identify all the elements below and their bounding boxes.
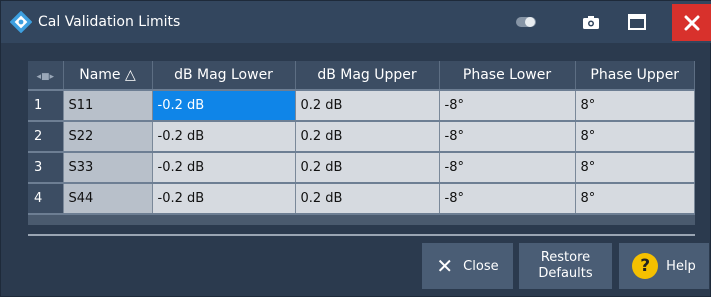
name-cell: S44 (63, 183, 153, 215)
phase-lower-cell[interactable]: -8° (439, 183, 576, 215)
column-header-name[interactable]: Name △ (63, 61, 153, 91)
close-icon: ✕ (436, 254, 454, 278)
phase-lower-cell[interactable]: -8° (439, 152, 576, 184)
help-button[interactable]: ? Help (619, 243, 709, 289)
table-row[interactable]: 3 S33 -0.2 dB 0.2 dB -8° 8° (28, 152, 695, 184)
table-corner-button[interactable]: ◂■▸ (28, 61, 64, 91)
phase-upper-cell[interactable]: 8° (575, 183, 695, 215)
phase-upper-cell[interactable]: 8° (575, 90, 695, 122)
camera-icon (583, 15, 599, 29)
table-header-row: ◂■▸ Name △ dB Mag Lower dB Mag Upper Pha… (28, 61, 695, 91)
column-select-icon: ◂■▸ (36, 72, 55, 82)
restore-defaults-button[interactable]: Restore Defaults (519, 243, 612, 289)
maximize-button[interactable] (617, 6, 657, 38)
db-mag-upper-cell[interactable]: 0.2 dB (295, 90, 440, 122)
table-row[interactable]: 1 S11 -0.2 dB 0.2 dB -8° 8° (28, 90, 695, 122)
db-mag-upper-cell[interactable]: 0.2 dB (295, 152, 440, 184)
db-mag-lower-cell[interactable]: -0.2 dB (152, 90, 296, 122)
column-header-phase-upper[interactable]: Phase Upper (575, 61, 695, 91)
cal-validation-dialog: Cal Validation Limits ◂■▸ Name △ dB Mag … (0, 0, 711, 297)
column-header-db-mag-lower[interactable]: dB Mag Lower (152, 61, 296, 91)
column-header-db-mag-upper[interactable]: dB Mag Upper (295, 61, 440, 91)
phase-upper-cell[interactable]: 8° (575, 152, 695, 184)
limits-table: ◂■▸ Name △ dB Mag Lower dB Mag Upper Pha… (28, 61, 695, 215)
db-mag-upper-cell[interactable]: 0.2 dB (295, 121, 440, 153)
row-number[interactable]: 1 (28, 90, 64, 122)
table-row[interactable]: 2 S22 -0.2 dB 0.2 dB -8° 8° (28, 121, 695, 153)
restore-label-line1: Restore (540, 250, 591, 265)
phase-lower-cell[interactable]: -8° (439, 90, 576, 122)
db-mag-upper-cell[interactable]: 0.2 dB (295, 183, 440, 215)
row-number[interactable]: 2 (28, 121, 64, 153)
app-logo-icon (10, 11, 32, 33)
limits-table-panel: ◂■▸ Name △ dB Mag Lower dB Mag Upper Pha… (28, 61, 695, 225)
divider (28, 234, 695, 236)
column-header-phase-lower[interactable]: Phase Lower (439, 61, 576, 91)
toggle-button[interactable] (507, 6, 547, 38)
title-bar[interactable]: Cal Validation Limits (1, 1, 711, 43)
close-icon (684, 15, 700, 30)
phase-upper-cell[interactable]: 8° (575, 121, 695, 153)
name-cell: S33 (63, 152, 153, 184)
window-close-button[interactable] (672, 4, 711, 41)
name-cell: S11 (63, 90, 153, 122)
table-row[interactable]: 4 S44 -0.2 dB 0.2 dB -8° 8° (28, 183, 695, 215)
maximize-icon (628, 14, 646, 30)
db-mag-lower-cell[interactable]: -0.2 dB (152, 121, 296, 153)
help-icon: ? (632, 253, 659, 279)
db-mag-lower-cell[interactable]: -0.2 dB (152, 152, 296, 184)
help-button-label: Help (666, 258, 696, 274)
window-title: Cal Validation Limits (38, 14, 181, 30)
name-cell: S22 (63, 121, 153, 153)
row-number[interactable]: 3 (28, 152, 64, 184)
row-number[interactable]: 4 (28, 183, 64, 215)
toggle-icon (516, 17, 536, 27)
db-mag-lower-cell[interactable]: -0.2 dB (152, 183, 296, 215)
close-button[interactable]: ✕ Close (422, 243, 513, 289)
restore-label-line2: Defaults (538, 266, 593, 281)
screenshot-button[interactable] (571, 6, 611, 38)
phase-lower-cell[interactable]: -8° (439, 121, 576, 153)
close-button-label: Close (463, 258, 499, 274)
